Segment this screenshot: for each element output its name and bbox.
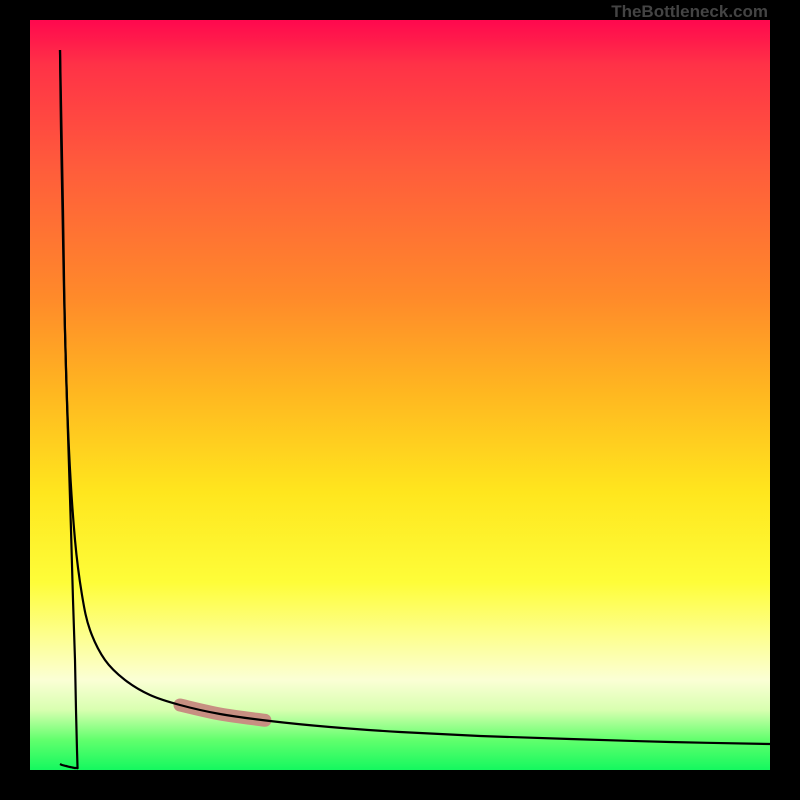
chart-stage: TheBottleneck.com [0, 0, 800, 800]
threshold-curve [60, 50, 770, 744]
curve-layer [30, 20, 770, 770]
watermark-text: TheBottleneck.com [611, 2, 768, 22]
